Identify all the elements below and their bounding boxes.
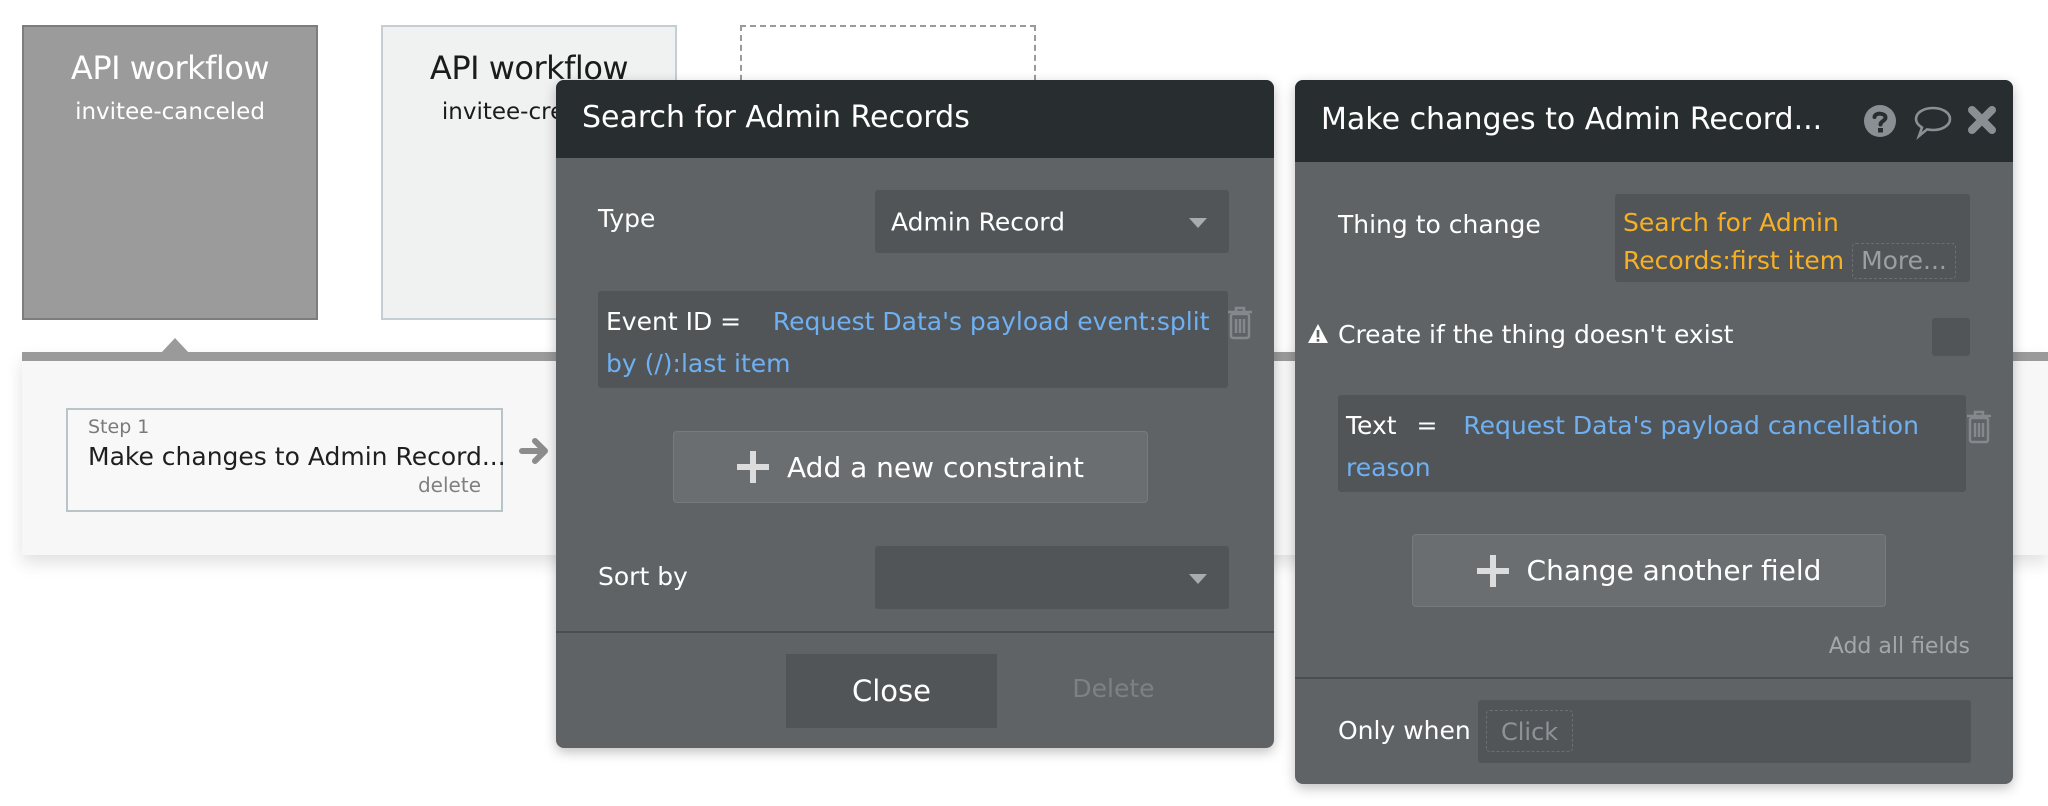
chevron-down-icon xyxy=(1189,217,1207,228)
close-button-label: Close xyxy=(852,674,931,708)
search-panel: Search for Admin Records Type Admin Reco… xyxy=(556,80,1274,748)
panel-divider xyxy=(556,631,1274,633)
field-change-row[interactable]: Text = Request Data's payload cancellati… xyxy=(1338,395,1966,492)
constraint-row[interactable]: Event ID = Request Data's payload event:… xyxy=(598,291,1228,388)
arrow-right-icon xyxy=(519,438,548,464)
step-number: Step 1 xyxy=(88,416,150,438)
only-when-label: Only when xyxy=(1338,716,1471,745)
constraint-field: Event ID = xyxy=(606,307,742,336)
change-another-field-button[interactable]: Change another field xyxy=(1412,534,1886,607)
thing-to-change-expression[interactable]: Search for Admin Records:first item xyxy=(1623,208,1844,275)
panel-divider xyxy=(1295,677,2013,679)
search-panel-header[interactable]: Search for Admin Records xyxy=(556,80,1274,158)
action-panel-title: Make changes to Admin Record... xyxy=(1321,102,1823,137)
type-dropdown[interactable]: Admin Record xyxy=(875,190,1229,253)
action-panel: Make changes to Admin Record... Thing to… xyxy=(1295,80,2013,784)
comment-icon[interactable] xyxy=(1913,104,1953,140)
workflow-card-subtitle: invitee-canceled xyxy=(75,99,265,125)
close-button[interactable]: Close xyxy=(786,654,997,728)
change-another-field-label: Change another field xyxy=(1526,554,1822,587)
thing-to-change-field[interactable]: Search for Admin Records:first item More… xyxy=(1615,194,1970,282)
delete-button[interactable]: Delete xyxy=(1056,674,1171,703)
type-dropdown-value: Admin Record xyxy=(891,207,1065,236)
trash-icon[interactable] xyxy=(1226,306,1254,340)
plus-icon xyxy=(737,451,770,483)
action-panel-header[interactable]: Make changes to Admin Record... xyxy=(1295,80,2013,162)
sort-by-label: Sort by xyxy=(598,562,688,591)
workflow-card-title: API workflow xyxy=(70,49,270,87)
thing-to-change-label: Thing to change xyxy=(1338,210,1541,239)
selected-workflow-caret xyxy=(161,338,189,353)
field-change-field: Text xyxy=(1346,411,1397,440)
step-delete-link[interactable]: delete xyxy=(88,473,481,497)
step-card[interactable]: Step 1 Make changes to Admin Record... d… xyxy=(66,408,506,512)
search-panel-title: Search for Admin Records xyxy=(582,100,970,135)
plus-icon xyxy=(1476,554,1509,587)
more-button[interactable]: More... xyxy=(1852,243,1956,279)
close-icon[interactable] xyxy=(1967,104,1997,136)
create-if-missing-checkbox[interactable] xyxy=(1932,318,1970,356)
add-constraint-label: Add a new constraint xyxy=(787,450,1084,484)
type-label: Type xyxy=(598,204,656,233)
step-title: Make changes to Admin Record... xyxy=(88,442,506,471)
add-all-fields-link[interactable]: Add all fields xyxy=(1829,634,1970,659)
create-if-missing-label: Create if the thing doesn't exist xyxy=(1338,320,1734,349)
only-when-placeholder[interactable]: Click xyxy=(1486,710,1574,752)
help-icon[interactable] xyxy=(1863,104,1897,138)
trash-icon[interactable] xyxy=(1965,410,1993,444)
add-constraint-button[interactable]: Add a new constraint xyxy=(673,431,1148,503)
field-change-operator: = xyxy=(1416,411,1438,440)
sort-by-dropdown[interactable] xyxy=(875,546,1229,609)
workflow-card-invitee-canceled[interactable]: API workflow invitee-canceled xyxy=(22,25,318,320)
warning-icon xyxy=(1308,324,1328,343)
chevron-down-icon xyxy=(1189,573,1207,584)
only-when-field[interactable]: Click xyxy=(1478,700,1971,763)
